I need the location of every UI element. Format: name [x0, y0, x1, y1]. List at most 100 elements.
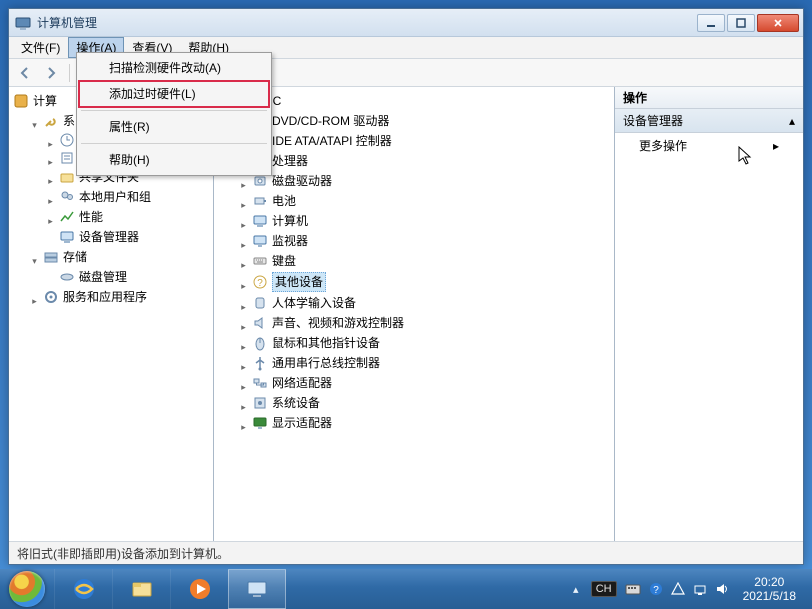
context-menu-item[interactable]: 帮助(H) — [79, 147, 269, 173]
taskbar-explorer[interactable] — [112, 569, 170, 609]
expander-icon[interactable]: ▾ — [29, 252, 40, 263]
storage-icon — [43, 249, 59, 265]
expander-icon[interactable]: ▸ — [238, 378, 249, 389]
taskbar-ie[interactable] — [54, 569, 112, 609]
device-category-label: 处理器 — [272, 152, 308, 170]
tree-item[interactable]: 磁盘管理 — [11, 267, 211, 287]
device-category[interactable]: ▸IDE ATA/ATAPI 控制器 — [216, 131, 612, 151]
expander-icon[interactable]: ▸ — [238, 418, 249, 429]
device-category[interactable]: ▸系统设备 — [216, 393, 612, 413]
forward-button[interactable] — [41, 63, 61, 83]
device-category[interactable]: ▸ 键盘 — [216, 251, 612, 271]
folder-share-icon — [59, 169, 75, 185]
statusbar: 将旧式(非即插即用)设备添加到计算机。 — [9, 542, 803, 564]
taskbar-computer-management[interactable] — [228, 569, 286, 609]
device-category[interactable]: ▸显示适配器 — [216, 413, 612, 433]
chevron-right-icon: ▸ — [773, 139, 779, 153]
expander-icon[interactable]: ▸ — [45, 192, 56, 203]
expander-icon[interactable] — [45, 232, 56, 243]
tree-item[interactable]: ▾存储 — [11, 247, 211, 267]
tree-item[interactable]: ▸ 性能 — [11, 207, 211, 227]
sound-icon — [252, 315, 268, 331]
device-category[interactable]: ▸通用串行总线控制器 — [216, 353, 612, 373]
expander-icon[interactable]: ▸ — [238, 318, 249, 329]
device-category-label: 人体学输入设备 — [272, 294, 356, 312]
network-icon[interactable] — [693, 582, 707, 596]
device-category[interactable]: ▸ 人体学输入设备 — [216, 293, 612, 313]
collapse-icon[interactable]: ▴ — [789, 114, 795, 128]
device-category[interactable]: ▸网络适配器 — [216, 373, 612, 393]
actions-more[interactable]: 更多操作 ▸ — [615, 133, 803, 158]
mouse-icon — [252, 335, 268, 351]
back-button[interactable] — [15, 63, 35, 83]
expander-icon[interactable]: ▸ — [238, 176, 249, 187]
expander-icon[interactable]: ▸ — [238, 398, 249, 409]
expander-icon[interactable]: ▸ — [238, 358, 249, 369]
tree-item-label: 性能 — [79, 208, 103, 226]
device-category[interactable]: ▸计算机 — [216, 211, 612, 231]
expander-icon[interactable] — [45, 272, 56, 283]
context-menu-item[interactable]: 添加过时硬件(L) — [79, 81, 269, 107]
expander-icon[interactable]: ▸ — [45, 172, 56, 183]
disk-mgr-icon — [59, 269, 75, 285]
close-button[interactable] — [757, 14, 799, 32]
taskbar-media-player[interactable] — [170, 569, 228, 609]
context-menu-item[interactable]: 扫描检测硬件改动(A) — [79, 55, 269, 81]
svg-text:?: ? — [653, 585, 659, 596]
device-category[interactable]: ▸鼠标和其他指针设备 — [216, 333, 612, 353]
device-category[interactable]: ▸DVD/CD-ROM 驱动器 — [216, 111, 612, 131]
device-category[interactable]: ▸处理器 — [216, 151, 612, 171]
tree-root-label: 计算 — [33, 92, 57, 110]
device-category[interactable]: ▸?其他设备 — [216, 271, 612, 293]
device-root[interactable]: ▾ n-PC — [216, 91, 612, 111]
tray-chevron-up-icon[interactable]: ▴ — [569, 582, 583, 596]
expander-icon[interactable]: ▸ — [238, 338, 249, 349]
start-button[interactable] — [0, 569, 54, 609]
actions-header: 操作 — [615, 87, 803, 109]
tree-item[interactable]: 设备管理器 — [11, 227, 211, 247]
battery-icon — [252, 193, 268, 209]
help-icon[interactable]: ? — [649, 582, 663, 596]
network-icon — [252, 375, 268, 391]
svg-text:?: ? — [257, 278, 263, 289]
expander-icon[interactable]: ▸ — [238, 216, 249, 227]
action-center-icon[interactable] — [671, 582, 685, 596]
maximize-button[interactable] — [727, 14, 755, 32]
device-mgr-icon — [59, 229, 75, 245]
expander-icon[interactable]: ▸ — [238, 298, 249, 309]
tree-item[interactable]: ▸服务和应用程序 — [11, 287, 211, 307]
actions-section[interactable]: 设备管理器 ▴ — [615, 109, 803, 133]
expander-icon[interactable]: ▸ — [238, 196, 249, 207]
actions-pane: 操作 设备管理器 ▴ 更多操作 ▸ — [615, 87, 803, 541]
device-tree-pane[interactable]: ▾ n-PC ▸DVD/CD-ROM 驱动器▸IDE ATA/ATAPI 控制器… — [214, 87, 615, 541]
menu-file[interactable]: 文件(F) — [13, 37, 68, 58]
ime-keyboard-icon[interactable] — [625, 582, 641, 596]
device-category[interactable]: ▸监视器 — [216, 231, 612, 251]
language-indicator[interactable]: CH — [591, 581, 617, 597]
taskbar-clock[interactable]: 20:20 2021/5/18 — [737, 575, 802, 603]
expander-icon[interactable]: ▸ — [45, 153, 56, 164]
context-menu-item[interactable]: 属性(R) — [79, 114, 269, 140]
expander-icon[interactable]: ▸ — [238, 277, 249, 288]
computer-icon — [252, 213, 268, 229]
device-category-label: IDE ATA/ATAPI 控制器 — [272, 132, 392, 150]
expander-icon[interactable]: ▸ — [238, 256, 249, 267]
device-category[interactable]: ▸ 磁盘驱动器 — [216, 171, 612, 191]
toolbar-separator — [69, 64, 70, 82]
tree-item[interactable]: ▸本地用户和组 — [11, 187, 211, 207]
device-category-label: DVD/CD-ROM 驱动器 — [272, 112, 389, 130]
action-context-menu: 扫描检测硬件改动(A)添加过时硬件(L) 属性(R) 帮助(H) — [76, 52, 272, 176]
device-category[interactable]: ▸电池 — [216, 191, 612, 211]
context-menu-separator — [81, 143, 267, 144]
expander-icon[interactable]: ▸ — [45, 212, 56, 223]
device-category-label: 键盘 — [272, 252, 296, 270]
services-icon — [43, 289, 59, 305]
device-category[interactable]: ▸声音、视频和游戏控制器 — [216, 313, 612, 333]
volume-icon[interactable] — [715, 582, 729, 596]
minimize-button[interactable] — [697, 14, 725, 32]
expander-icon[interactable]: ▸ — [29, 292, 40, 303]
device-category-label: 磁盘驱动器 — [272, 172, 332, 190]
expander-icon[interactable]: ▸ — [238, 236, 249, 247]
expander-icon[interactable]: ▾ — [29, 116, 40, 127]
expander-icon[interactable]: ▸ — [45, 135, 56, 146]
